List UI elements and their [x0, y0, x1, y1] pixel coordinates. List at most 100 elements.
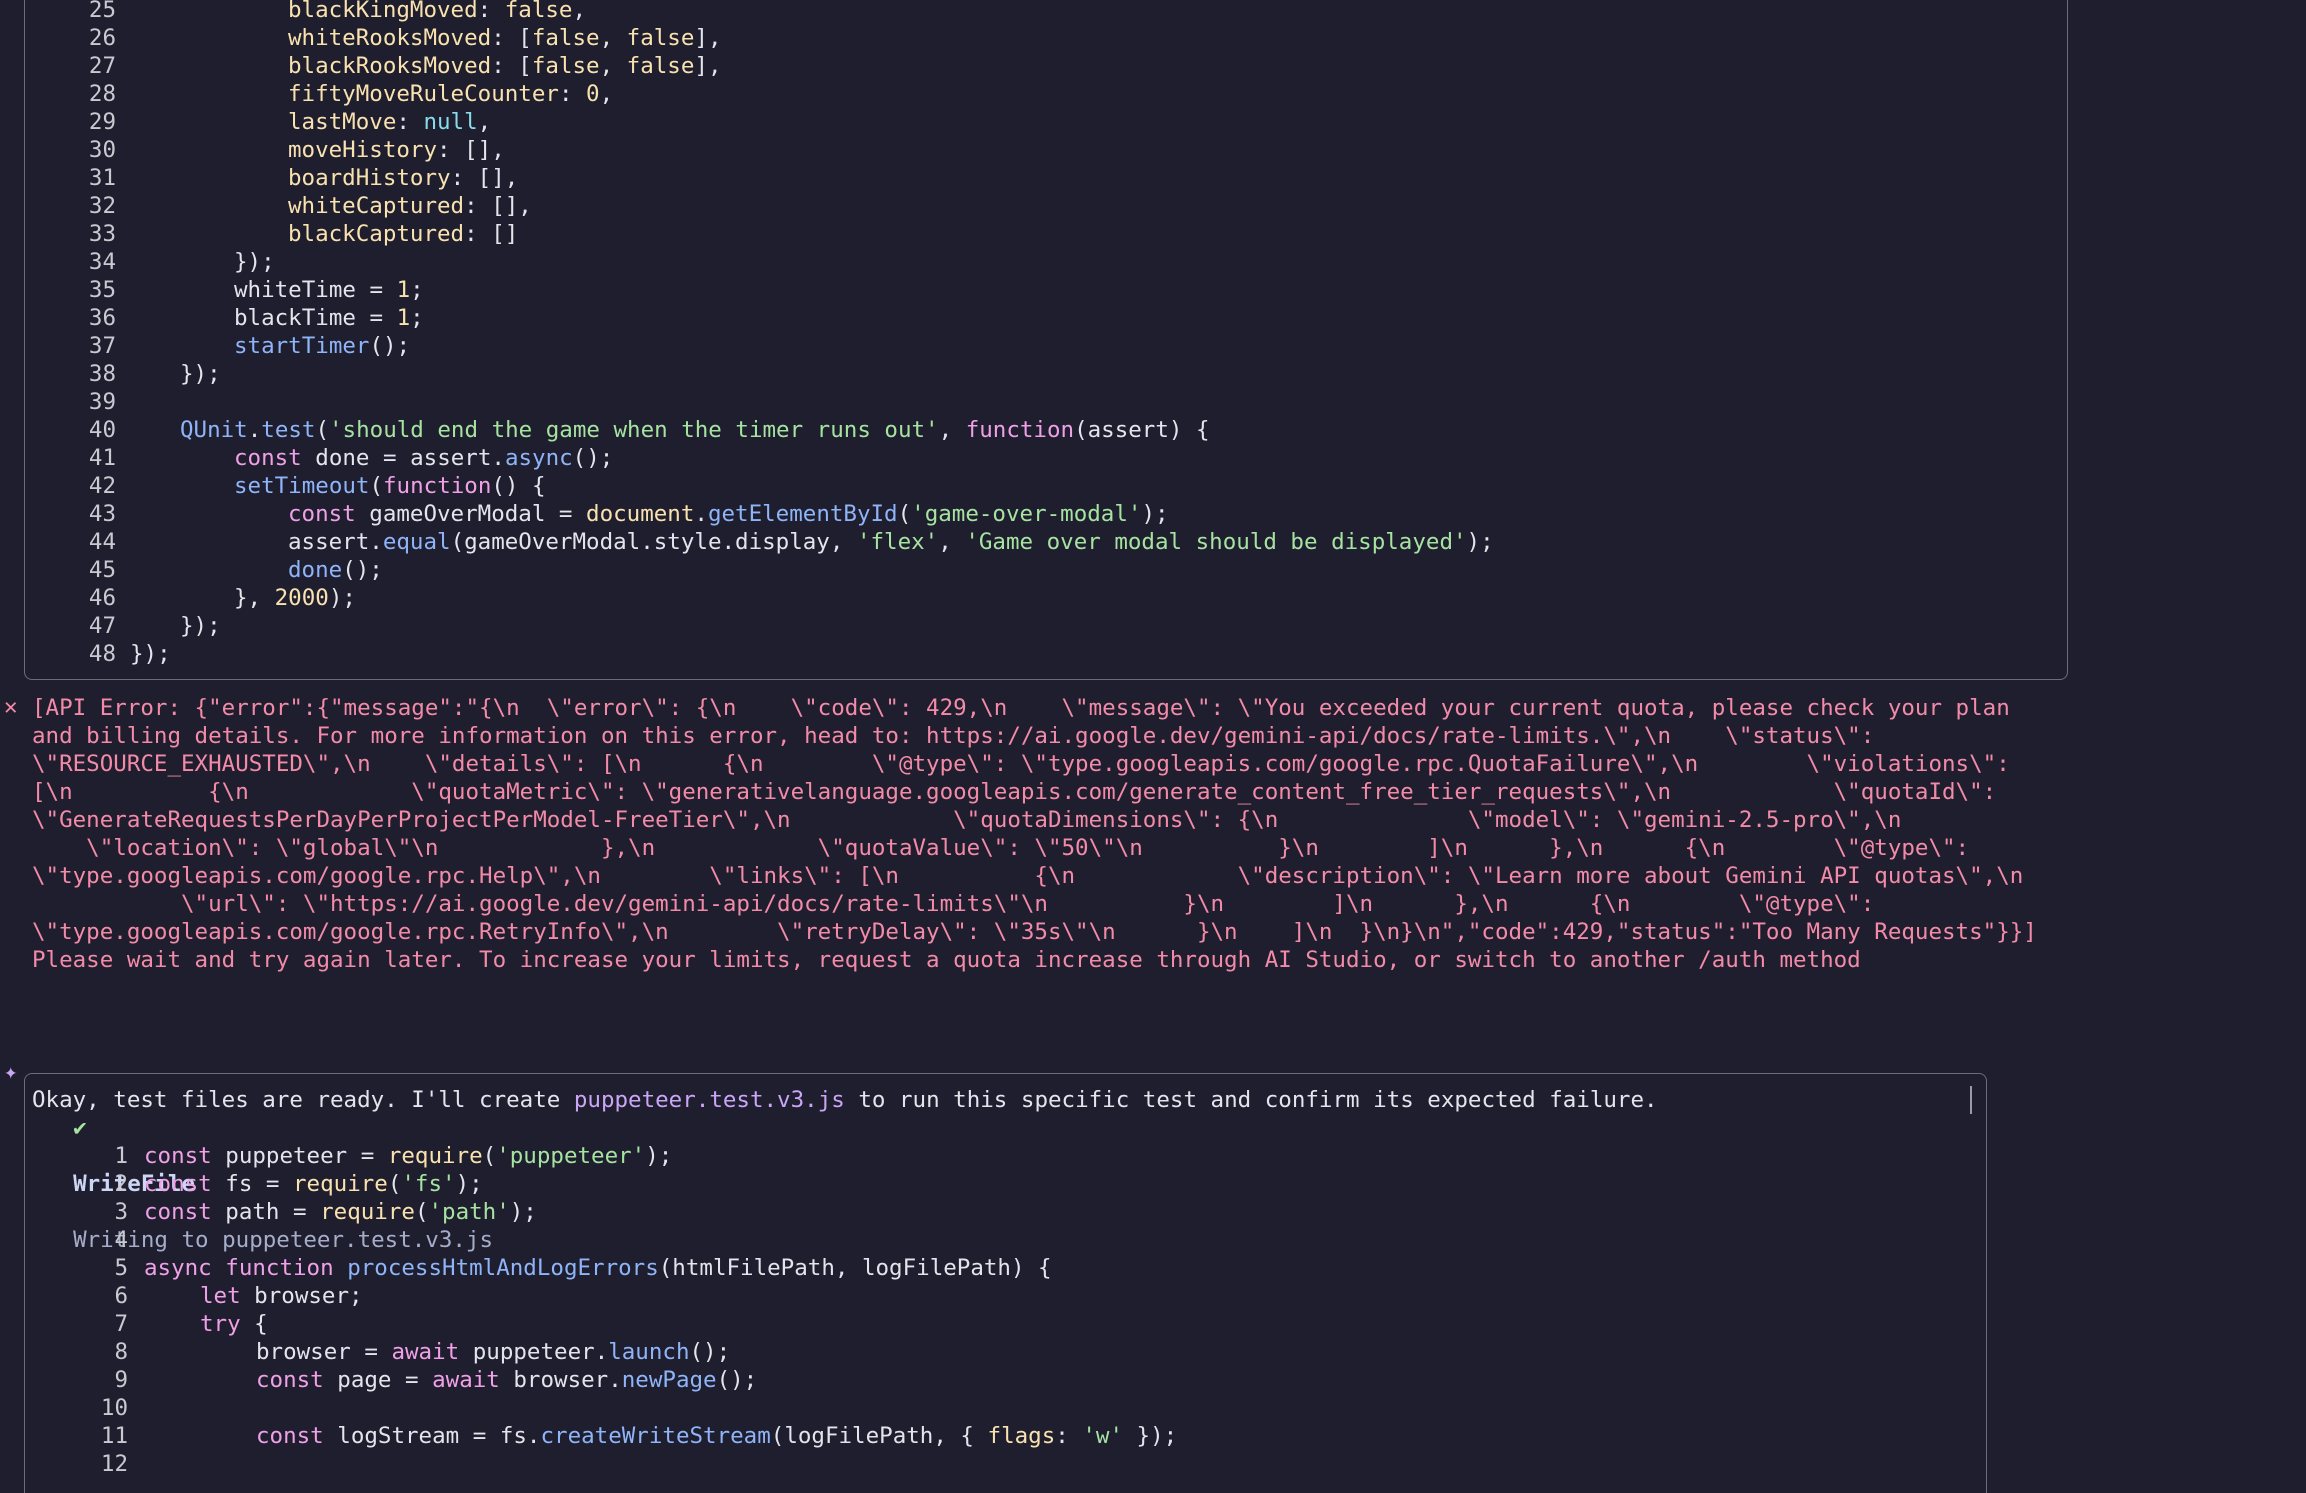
code-line: 28 fiftyMoveRuleCounter: 0,	[0, 80, 613, 108]
code-text: done();	[288, 557, 383, 583]
code-line: 2 const fs = require('fs');	[0, 1170, 482, 1198]
code-line: 25 blackKingMoved: false,	[0, 0, 586, 24]
file-name-highlight: puppeteer.test.v3.js	[573, 1087, 845, 1113]
code-line: 30 moveHistory: [],	[0, 136, 505, 164]
line-number: 11	[100, 1423, 128, 1449]
line-number: 30	[88, 137, 116, 163]
error-line: [\n {\n \"quotaMetric\": \"generativelan…	[32, 779, 1997, 805]
code-text: });	[234, 249, 275, 275]
line-number: 40	[88, 417, 116, 443]
code-text: const page = await browser.newPage();	[256, 1367, 758, 1393]
line-number: 31	[88, 165, 116, 191]
code-line: 33 blackCaptured: []	[0, 220, 518, 248]
line-number: 32	[88, 193, 116, 219]
code-line: 37 startTimer();	[0, 332, 410, 360]
code-text: const path = require('path');	[144, 1199, 537, 1225]
error-line: \"RESOURCE_EXHAUSTED\",\n \"details\": […	[32, 751, 2010, 777]
line-number: 12	[100, 1451, 128, 1477]
line-number: 10	[100, 1395, 128, 1421]
text-cursor	[1970, 1086, 1972, 1114]
code-text: moveHistory: [],	[288, 137, 505, 163]
code-line: 45 done();	[0, 556, 383, 584]
error-x-icon: ✕	[4, 694, 18, 720]
line-number: 8	[114, 1339, 128, 1365]
line-number: 7	[114, 1311, 128, 1337]
line-number: 1	[114, 1143, 128, 1169]
code-line: 11 const logStream = fs.createWriteStream…	[0, 1422, 1177, 1450]
line-number: 3	[114, 1199, 128, 1225]
code-line: 5 async function processHtmlAndLogErrors(…	[0, 1254, 1051, 1282]
error-line: Please wait and try again later. To incr…	[32, 947, 1861, 973]
code-text: const logStream = fs.createWriteStream(l…	[256, 1423, 1178, 1449]
code-text: });	[130, 641, 171, 667]
line-number: 2	[114, 1171, 128, 1197]
line-number: 26	[88, 25, 116, 51]
line-number: 41	[88, 445, 116, 471]
line-number: 47	[88, 613, 116, 639]
line-number: 42	[88, 473, 116, 499]
code-line: 34});	[0, 248, 275, 276]
error-line: \"location\": \"global\"\n },\n \"quotaV…	[32, 835, 1970, 861]
code-text: const done = assert.async();	[234, 445, 614, 471]
code-line: 7 try {	[0, 1310, 267, 1338]
code-line: 32 whiteCaptured: [],	[0, 192, 532, 220]
code-line: 29 lastMove: null,	[0, 108, 491, 136]
code-text: QUnit.test('should end the game when the…	[180, 417, 1210, 443]
line-number: 44	[88, 529, 116, 555]
code-text: whiteTime = 1;	[234, 277, 424, 303]
code-text: try {	[200, 1311, 268, 1337]
code-line: 27 blackRooksMoved: [false, false],	[0, 52, 722, 80]
line-number: 25	[88, 0, 116, 23]
code-line: 35 whiteTime = 1;	[0, 276, 424, 304]
line-number: 35	[88, 277, 116, 303]
code-line: 42 setTimeout(function() {	[0, 472, 546, 500]
line-number: 5	[114, 1255, 128, 1281]
tool-description: Writing to puppeteer.test.v3.js	[73, 1227, 494, 1253]
error-line: \"GenerateRequestsPerDayPerProjectPerMod…	[32, 807, 1902, 833]
code-text: whiteRooksMoved: [false, false],	[288, 25, 722, 51]
code-text: blackRooksMoved: [false, false],	[288, 53, 722, 79]
code-line: 12	[0, 1450, 128, 1478]
code-line: 41 const done = assert.async();	[0, 444, 613, 472]
code-text: startTimer();	[234, 333, 411, 359]
assistant-message: ✦ Okay, test files are ready. I'll creat…	[0, 1030, 1658, 1113]
code-line: 48});	[0, 640, 171, 668]
tool-header: ✔ WriteFile Writing to puppeteer.test.v3…	[46, 1086, 493, 1253]
line-number: 46	[88, 585, 116, 611]
error-line: \"type.googleapis.com/google.rpc.RetryIn…	[32, 919, 2037, 945]
line-number: 34	[88, 249, 116, 275]
line-number: 45	[88, 557, 116, 583]
line-number: 28	[88, 81, 116, 107]
code-text: setTimeout(function() {	[234, 473, 546, 499]
code-line: 39	[0, 388, 116, 416]
line-number: 9	[114, 1367, 128, 1393]
line-number: 37	[88, 333, 116, 359]
code-line: 43 const gameOverModal = document.getElem…	[0, 500, 1169, 528]
code-text: whiteCaptured: [],	[288, 193, 532, 219]
code-text: }, 2000);	[234, 585, 356, 611]
line-number: 48	[88, 641, 116, 667]
checkmark-icon: ✔	[73, 1115, 87, 1141]
code-text: let browser;	[200, 1283, 363, 1309]
code-text: browser = await puppeteer.launch();	[256, 1339, 731, 1365]
code-text: const fs = require('fs');	[144, 1171, 483, 1197]
line-number: 38	[88, 361, 116, 387]
code-line: 46 }, 2000);	[0, 584, 356, 612]
code-line: 3 const path = require('path');	[0, 1198, 536, 1226]
line-number: 33	[88, 221, 116, 247]
sparkle-icon: ✦	[4, 1059, 18, 1085]
code-line: 4	[0, 1226, 128, 1254]
code-line: 10	[0, 1394, 128, 1422]
line-number: 43	[88, 501, 116, 527]
error-line: and billing details. For more informatio…	[32, 723, 1875, 749]
line-number: 36	[88, 305, 116, 331]
code-text: fiftyMoveRuleCounter: 0,	[288, 81, 614, 107]
error-line: [API Error: {"error":{"message":"{\n \"e…	[32, 695, 2010, 721]
code-line: 9 const page = await browser.newPage();	[0, 1366, 757, 1394]
code-line: 36 blackTime = 1;	[0, 304, 424, 332]
code-text: const puppeteer = require('puppeteer');	[144, 1143, 673, 1169]
code-line: 38});	[0, 360, 221, 388]
code-text: });	[180, 613, 221, 639]
code-line: 40 QUnit.test('should end the game when t…	[0, 416, 1210, 444]
code-text: });	[180, 361, 221, 387]
